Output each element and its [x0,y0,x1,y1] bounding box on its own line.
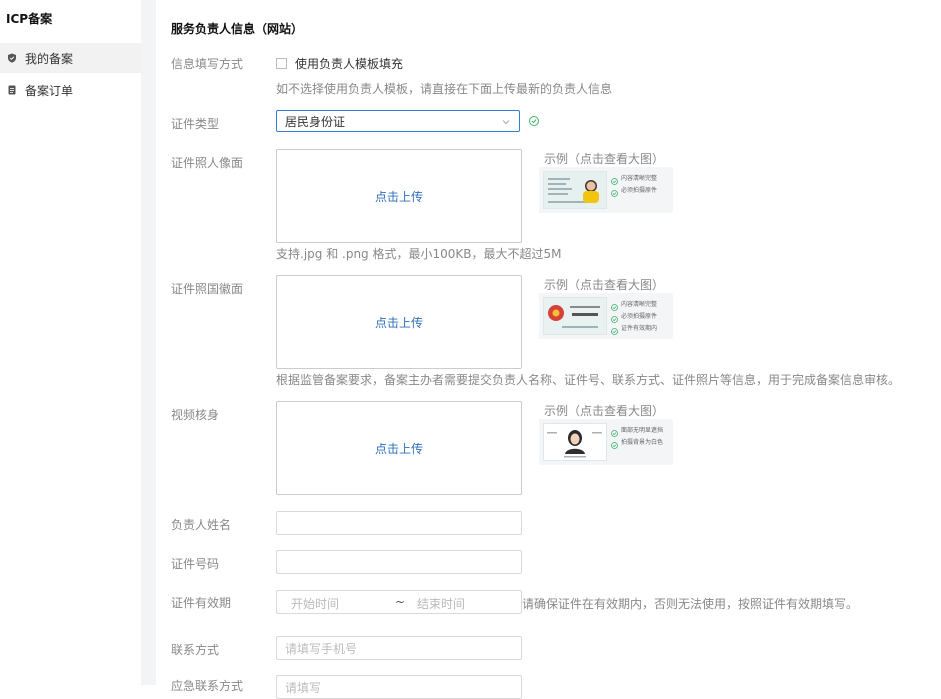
check-circle-icon [611,324,618,335]
sidebar-title: ICP备案 [6,12,53,26]
sample-card-id-front[interactable]: 内容清晰完整 必须拍摄原件 [539,167,673,213]
sample-title[interactable]: 示例（点击查看大图） [544,276,664,293]
id-card-back-thumbnail [543,297,607,335]
id-type-value: 居民身份证 [285,114,346,129]
id-front-upload[interactable]: 点击上传 [276,149,522,243]
sample-checklist: 内容清晰完整 必须拍摄原件 证件有效期内 [611,297,671,335]
sidebar-item-label: 备案订单 [25,83,74,98]
sample-checklist: 面部无明显遮挡 拍摄背景为白色 [611,423,671,449]
chevron-down-icon [501,116,511,126]
id-front-label: 证件照人像面 [171,156,244,170]
check-circle-icon [611,300,618,311]
sidebar-item-my-filings[interactable]: 我的备案 [0,43,141,73]
sidebar-item-label: 我的备案 [25,51,74,66]
validity-date-range[interactable]: 开始时间 ~ 结束时间 [276,590,522,614]
fill-method-hint: 如不选择使用负责人模板，请直接在下面上传最新的负责人信息 [276,82,613,96]
id-card-front-thumbnail [543,171,607,209]
id-number-input[interactable] [276,550,522,574]
section-title: 服务负责人信息（网站） [171,22,304,36]
template-checkbox-label: 使用负责人模板填充 [295,57,404,71]
id-back-label: 证件照国徽面 [171,282,244,296]
sidebar: ICP备案 我的备案 备案订单 [0,0,141,685]
upload-link[interactable]: 点击上传 [375,440,423,457]
upload-format-hint: 支持.jpg 和 .png 格式，最小100KB，最大不超过5M [276,247,562,261]
regulatory-hint: 根据监管备案要求，备案主办者需要提交负责人名称、证件号、联系方式、证件照片等信息… [276,373,901,387]
document-icon [7,85,17,95]
sample-card-id-back[interactable]: 内容清晰完整 必须拍摄原件 证件有效期内 [539,293,673,339]
id-type-label: 证件类型 [171,117,220,131]
id-type-select[interactable]: 居民身份证 [276,110,520,132]
check-circle-icon [611,174,618,185]
check-circle-icon [611,186,618,197]
emergency-contact-label: 应急联系方式 [171,679,244,693]
check-circle-icon [611,312,618,323]
upload-link[interactable]: 点击上传 [375,314,423,331]
main-form: 服务负责人信息（网站） 信息填写方式 使用负责人模板填充 如不选择使用负责人模板… [156,0,941,699]
name-input[interactable] [276,511,522,535]
name-label: 负责人姓名 [171,518,232,532]
shield-icon [7,53,17,63]
sample-title[interactable]: 示例（点击查看大图） [544,402,664,419]
sample-title[interactable]: 示例（点击查看大图） [544,150,664,167]
validity-label: 证件有效期 [171,596,232,610]
check-circle-icon [611,426,618,437]
start-date-input[interactable]: 开始时间 [291,595,339,612]
sidebar-item-filing-orders[interactable]: 备案订单 [0,75,141,105]
upload-link[interactable]: 点击上传 [375,188,423,205]
contact-label: 联系方式 [171,643,220,657]
template-checkbox-row[interactable]: 使用负责人模板填充 [276,55,403,72]
check-circle-icon [611,438,618,449]
check-circle-icon [528,115,540,127]
page-divider [141,0,156,685]
sample-card-video[interactable]: 面部无明显遮挡 拍摄背景为白色 [539,419,673,465]
id-back-upload[interactable]: 点击上传 [276,275,522,369]
validity-hint: 请确保证件在有效期内，否则无法使用，按照证件有效期填写。 [522,597,859,611]
end-date-input[interactable]: 结束时间 [417,595,465,612]
sample-checklist: 内容清晰完整 必须拍摄原件 [611,171,671,197]
date-separator: ~ [395,595,406,609]
contact-phone-input[interactable]: 请填写手机号 [276,636,522,660]
fill-method-label: 信息填写方式 [171,57,244,71]
video-verify-label: 视频核身 [171,408,220,422]
emergency-contact-input[interactable]: 请填写 [276,675,522,699]
video-verify-upload[interactable]: 点击上传 [276,401,522,495]
template-checkbox[interactable] [276,58,287,69]
id-number-label: 证件号码 [171,557,220,571]
portrait-thumbnail [543,423,607,461]
